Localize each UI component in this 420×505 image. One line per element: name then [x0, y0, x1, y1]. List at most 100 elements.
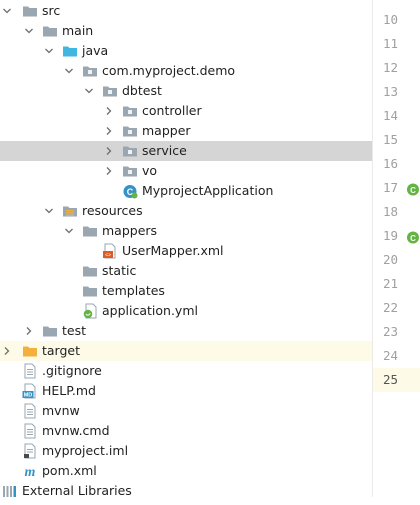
line-number: 22 [383, 300, 399, 315]
line-number: 19 [383, 228, 399, 243]
text-file-icon [22, 423, 38, 439]
chevron-down-icon[interactable] [62, 61, 76, 81]
project-tree: src main java com.myproject.demo dbtest contr… [0, 0, 372, 498]
tree-row[interactable]: mapper [0, 121, 372, 141]
line-number-row: 10 [373, 8, 420, 32]
line-number-row: 14 [373, 104, 420, 128]
tree-row[interactable]: templates [0, 281, 372, 301]
tree-row[interactable]: target [0, 341, 372, 361]
chevron-down-icon[interactable] [22, 21, 36, 41]
tree-row[interactable]: External Libraries [0, 481, 372, 501]
chevron-right-icon[interactable] [22, 321, 36, 341]
markdown-file-icon: MD [22, 383, 38, 399]
tree-row-label: java [82, 43, 109, 58]
tree-row[interactable]: service [0, 141, 372, 161]
tree-row-label: test [62, 323, 87, 338]
chevron-down-icon[interactable] [62, 221, 76, 241]
maven-icon: m [22, 463, 38, 480]
line-number: 13 [383, 84, 399, 99]
line-number: 16 [383, 156, 399, 171]
tree-row[interactable]: mvnw.cmd [0, 421, 372, 441]
spring-run-gutter-icon[interactable]: C [406, 181, 420, 196]
tree-row-label: mappers [102, 223, 158, 238]
line-number: 10 [383, 12, 399, 27]
tree-row[interactable]: java [0, 41, 372, 61]
tree-row[interactable]: application.yml [0, 301, 372, 321]
chevron-right-icon[interactable] [102, 141, 116, 161]
line-number-row: 24 [373, 344, 420, 368]
tree-row[interactable]: dbtest [0, 81, 372, 101]
line-number-row: 17 C [373, 176, 420, 200]
line-number-row: 20 [373, 248, 420, 272]
line-number: 14 [383, 108, 399, 123]
line-number: 25 [383, 372, 399, 387]
tree-row-label: controller [142, 103, 202, 118]
chevron-right-icon[interactable] [102, 101, 116, 121]
tree-row-label: resources [82, 203, 143, 218]
tree-row[interactable]: MD HELP.md [0, 381, 372, 401]
line-number-row: 22 [373, 296, 420, 320]
tree-row[interactable]: src [0, 1, 372, 21]
tree-row[interactable]: <> UserMapper.xml [0, 241, 372, 261]
line-number: 23 [383, 324, 399, 339]
text-file-icon [22, 403, 38, 419]
chevron-down-icon[interactable] [42, 201, 56, 221]
tree-row[interactable]: controller [0, 101, 372, 121]
folder-icon [42, 323, 58, 339]
chevron-down-icon[interactable] [42, 41, 56, 61]
spring-run-gutter-icon[interactable]: C [406, 229, 420, 244]
svg-text:MD: MD [24, 393, 33, 399]
svg-text:C: C [410, 234, 416, 243]
tree-row[interactable]: myproject.iml [0, 441, 372, 461]
package-icon [122, 123, 138, 139]
line-number: 20 [383, 252, 399, 267]
folder-icon [42, 23, 58, 39]
line-number: 15 [383, 132, 399, 147]
tree-row[interactable]: .gitignore [0, 361, 372, 381]
tree-row-label: mvnw.cmd [42, 423, 110, 438]
tree-row[interactable]: test [0, 321, 372, 341]
package-icon [82, 63, 98, 79]
iml-file-icon [22, 443, 38, 459]
line-number-row: 16 [373, 152, 420, 176]
line-number: 12 [383, 60, 399, 75]
tree-row-label: External Libraries [22, 483, 132, 498]
tree-row-label: target [42, 343, 81, 358]
tree-row[interactable]: C MyprojectApplication [0, 181, 372, 201]
chevron-down-icon[interactable] [82, 81, 96, 101]
tree-row-label: com.myproject.demo [102, 63, 236, 78]
tree-row[interactable]: vo [0, 161, 372, 181]
svg-text:C: C [410, 186, 416, 195]
line-number: 11 [383, 36, 399, 51]
line-number-row: 18 [373, 200, 420, 224]
source-folder-icon [62, 43, 78, 59]
tree-row[interactable]: main [0, 21, 372, 41]
line-number-row: 19 C [373, 224, 420, 248]
xml-file-icon: <> [102, 243, 118, 259]
tree-row[interactable]: m pom.xml [0, 461, 372, 481]
tree-row[interactable]: com.myproject.demo [0, 61, 372, 81]
svg-text:m: m [25, 465, 36, 479]
chevron-right-icon[interactable] [0, 341, 14, 361]
line-number-row: 25 [373, 368, 420, 392]
folder-icon [82, 223, 98, 239]
chevron-right-icon[interactable] [102, 161, 116, 181]
folder-icon [82, 263, 98, 279]
text-file-icon [22, 363, 38, 379]
line-number: 17 [383, 180, 399, 195]
chevron-right-icon[interactable] [102, 121, 116, 141]
line-number: 18 [383, 204, 399, 219]
tree-row-label: mvnw [42, 403, 80, 418]
tree-row[interactable]: static [0, 261, 372, 281]
spring-class-icon: C [122, 183, 138, 199]
line-number-row: 12 [373, 56, 420, 80]
tree-row[interactable]: mvnw [0, 401, 372, 421]
chevron-down-icon[interactable] [0, 1, 14, 21]
line-number: 24 [383, 348, 399, 363]
line-number-row: 13 [373, 80, 420, 104]
tree-row[interactable]: resources [0, 201, 372, 221]
editor-gutter: 10 11 12 13 14 15 16 17 C 18 19 C 20 21 22 23 24 25 [372, 0, 420, 497]
tree-row-label: application.yml [102, 303, 198, 318]
line-number-row: 23 [373, 320, 420, 344]
tree-row[interactable]: mappers [0, 221, 372, 241]
